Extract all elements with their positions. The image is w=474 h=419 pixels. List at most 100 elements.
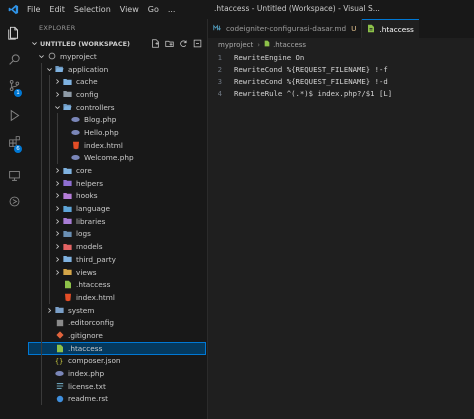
- htaccess-file-icon: [63, 280, 72, 289]
- tree-item-label: helpers: [76, 178, 104, 188]
- tree-file[interactable]: {} composer.json: [28, 354, 207, 368]
- tree-folder[interactable]: core: [28, 164, 207, 177]
- tree-folder[interactable]: views: [28, 265, 207, 279]
- workspace-header[interactable]: UNTITLED (WORKSPACE): [28, 37, 207, 50]
- indent-guide: [49, 88, 50, 101]
- indent-guide: [41, 303, 42, 317]
- menu-file[interactable]: File: [27, 5, 40, 14]
- chevron-down-icon: [30, 40, 38, 48]
- menu-go[interactable]: Go: [148, 5, 159, 14]
- markdown-icon: [213, 24, 222, 34]
- tree-file[interactable]: index.php: [28, 367, 207, 380]
- tree-folder[interactable]: libraries: [28, 214, 207, 228]
- tree-file[interactable]: .gitignore: [28, 329, 207, 342]
- breadcrumb-item-myproject[interactable]: myproject: [218, 41, 253, 49]
- rst-file-icon: [55, 395, 64, 403]
- tree-file[interactable]: license.txt: [28, 379, 207, 393]
- tree-file[interactable]: readme.rst: [28, 392, 207, 406]
- tab-htaccess[interactable]: .htaccess: [362, 19, 419, 38]
- tree-file[interactable]: .editorconfig: [28, 316, 207, 330]
- tree-folder[interactable]: third_party: [28, 253, 207, 266]
- chevron-right-icon: ›: [257, 40, 261, 49]
- chevron-right-icon: [53, 268, 61, 276]
- tree-item-label: system: [68, 305, 95, 315]
- run-debug-icon[interactable]: [6, 107, 22, 123]
- indent-guide: [41, 75, 42, 89]
- tree-folder[interactable]: language: [28, 202, 207, 215]
- indent-guide: [49, 278, 50, 292]
- chevron-right-icon: [53, 217, 61, 225]
- chevron-down-icon: [45, 65, 53, 73]
- code-text: RewriteEngine On: [234, 52, 305, 62]
- tree-folder[interactable]: controllers: [28, 100, 207, 114]
- tree-file[interactable]: .htaccess: [28, 341, 206, 355]
- menu-edit[interactable]: Edit: [49, 5, 65, 14]
- indent-guide: [41, 253, 42, 266]
- refresh-icon[interactable]: [179, 39, 188, 48]
- line-number: 2: [217, 64, 222, 74]
- svg-text:{}: {}: [55, 357, 63, 365]
- menu-selection[interactable]: Selection: [74, 5, 111, 14]
- tree-folder[interactable]: cache: [28, 75, 207, 89]
- chevron-down-icon: [37, 52, 45, 60]
- tree-item-label: libraries: [76, 216, 106, 226]
- workspace-name: UNTITLED (WORKSPACE): [40, 39, 131, 48]
- folder-icon: [63, 103, 72, 111]
- indent-guide: [41, 113, 42, 127]
- htaccess-file-icon: [55, 344, 64, 352]
- menu-view[interactable]: View: [120, 5, 139, 14]
- folder-icon: [63, 179, 72, 187]
- tree-folder[interactable]: models: [28, 240, 207, 253]
- extensions-badge: 6: [14, 145, 22, 153]
- tree-file[interactable]: .htaccess: [28, 278, 207, 292]
- tree-item-label: .htaccess: [76, 280, 111, 290]
- explorer-icon[interactable]: [6, 25, 22, 41]
- code-editor[interactable]: 1 RewriteEngine On 2 RewriteCond %{REQUE…: [208, 51, 474, 419]
- tree-folder[interactable]: system: [28, 303, 207, 317]
- indent-guide: [41, 176, 42, 190]
- collapse-all-icon[interactable]: [193, 39, 202, 48]
- tree-item-label: readme.rst: [68, 394, 109, 404]
- tree-item-label: models: [76, 242, 103, 252]
- indent-guide: [41, 138, 42, 152]
- php-file-icon: [71, 154, 80, 162]
- tree-file[interactable]: Hello.php: [28, 126, 207, 139]
- code-text: RewriteCond %{REQUEST_FILENAME} !-d: [234, 76, 388, 86]
- indent-guide: [41, 316, 42, 330]
- search-icon[interactable]: [6, 51, 22, 67]
- new-folder-icon[interactable]: [165, 39, 174, 48]
- tree-folder[interactable]: helpers: [28, 176, 207, 190]
- breadcrumb-item-htaccess[interactable]: .htaccess: [273, 41, 306, 49]
- tree-folder[interactable]: hooks: [28, 189, 207, 203]
- tree-file[interactable]: index.html: [28, 138, 207, 152]
- tree-folder[interactable]: config: [28, 88, 207, 101]
- tree-item-label: .editorconfig: [68, 318, 114, 328]
- tree-item-label: index.php: [68, 369, 105, 379]
- tree-folder[interactable]: myproject: [28, 50, 207, 63]
- folder-icon: [63, 192, 72, 200]
- remote-explorer-icon[interactable]: [6, 167, 22, 183]
- folder-icon: [63, 78, 72, 86]
- tree-folder[interactable]: logs: [28, 227, 207, 241]
- tree-file[interactable]: index.html: [28, 291, 207, 304]
- tree-item-label: cache: [76, 77, 98, 87]
- indent-guide: [41, 227, 42, 241]
- tab-codeigniter-md[interactable]: codeigniter-configurasi-dasar.md U: [208, 19, 363, 38]
- line-number: 3: [217, 76, 222, 86]
- tree-item-label: hooks: [76, 191, 98, 201]
- tree-folder[interactable]: application: [28, 62, 207, 76]
- indent-guide: [49, 151, 50, 165]
- tree-file[interactable]: Welcome.php: [28, 151, 207, 165]
- extension-panel-icon[interactable]: [6, 193, 22, 209]
- code-line: 4 RewriteRule ^(.*)$ index.php?/$1 [L]: [208, 87, 393, 99]
- new-file-icon[interactable]: [151, 39, 160, 48]
- menu-more[interactable]: ...: [168, 5, 176, 14]
- tree-file[interactable]: Blog.php: [28, 113, 207, 127]
- indent-guide: [41, 354, 42, 368]
- indent-guide: [41, 189, 42, 203]
